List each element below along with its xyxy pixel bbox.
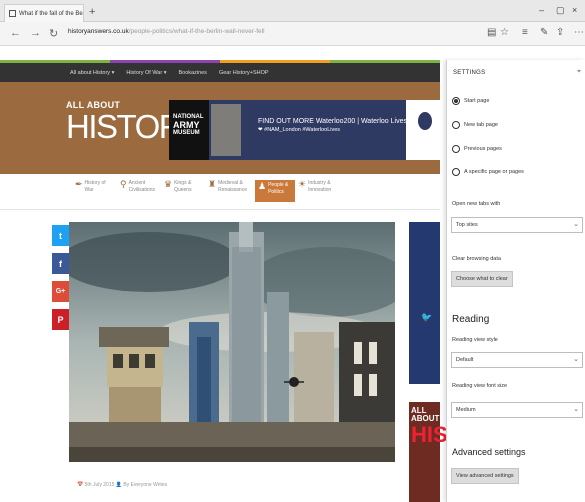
category-medieval-renaissance[interactable]: ♜ Medieval & Renaissance [208, 180, 248, 202]
banner-logo-panel [406, 100, 440, 160]
view-advanced-settings-button[interactable]: View advanced settings [451, 468, 519, 484]
more-icon[interactable]: ⋯ [574, 27, 584, 38]
side-magazine-cover[interactable]: ALL ABOUT HIS [409, 402, 448, 502]
twitter-share-button[interactable]: t [52, 225, 69, 246]
category-people-politics[interactable]: ♟ People & Politics [255, 180, 295, 202]
radio-selected-icon [452, 97, 460, 105]
radio-unselected-icon [452, 145, 460, 153]
pin-panel-icon[interactable]: ⌖ [577, 68, 581, 76]
nav-item-all-about-history[interactable]: All about History ▾ [70, 70, 114, 76]
twitter-bird-icon: 🐦 [421, 312, 433, 322]
nav-item-shop[interactable]: Gear History+SHOP [219, 70, 269, 76]
radio-new-tab-page[interactable]: New tab page [452, 121, 498, 129]
magazine-title: ALL ABOUT [411, 406, 440, 423]
radio-start-page[interactable]: Start page [452, 97, 489, 105]
radio-label: New tab page [464, 122, 498, 128]
column-icon: ⚲ [120, 179, 127, 189]
settings-title: SETTINGS [453, 70, 486, 76]
close-window-button[interactable]: × [572, 5, 577, 15]
radio-unselected-icon [452, 121, 460, 129]
nav-item-bookazines[interactable]: Bookazines [179, 70, 207, 76]
lightbulb-icon: ☀ [298, 179, 307, 189]
side-advert[interactable]: 🐦 [409, 222, 440, 384]
share-icon[interactable]: ⇪ [556, 27, 564, 38]
refresh-icon[interactable]: ↻ [49, 27, 58, 40]
museum-line-3: MUSEUM [173, 130, 200, 137]
reading-style-label: Reading view style [452, 337, 498, 343]
tab-bar: What if the fall of the Be × + – ▢ × [0, 0, 585, 22]
reading-heading: Reading [452, 314, 490, 325]
crown-icon: ♛ [164, 179, 173, 189]
open-new-tabs-select[interactable]: Top sites ⌄ [451, 217, 583, 233]
url-field[interactable]: historyanswers.co.uk/people-politics/wha… [68, 28, 265, 35]
category-label: People & Politics [268, 182, 289, 195]
soldier-image [211, 104, 241, 156]
reading-view-icon[interactable]: ▤ [487, 27, 496, 38]
castle-icon: ♜ [208, 179, 217, 189]
category-label: Kings & Queens [174, 180, 192, 193]
facebook-share-button[interactable]: f [52, 253, 69, 274]
radio-previous-pages[interactable]: Previous pages [452, 145, 502, 153]
category-kings-queens[interactable]: ♛ Kings & Queens [164, 180, 204, 202]
site-top-nav: All about History ▾ History Of War ▾ Boo… [0, 63, 440, 82]
category-ancient-civilisations[interactable]: ⚲ Ancient Civilisations [120, 180, 160, 202]
reading-font-select[interactable]: Medium ⌄ [451, 402, 583, 418]
category-label: Medieval & Renaissance [218, 180, 247, 193]
category-label: Industry & Innovation [308, 180, 332, 193]
browser-tab[interactable]: What if the fall of the Be × [4, 4, 84, 22]
forward-arrow-icon[interactable]: → [30, 27, 41, 39]
banner-text-1: FIND OUT MORE Waterloo200 | Waterloo Liv… [258, 118, 407, 125]
banner-text-2: ❤ #NAM_London #WaterlooLives [258, 126, 341, 133]
back-arrow-icon[interactable]: ← [10, 27, 21, 39]
banner-emblem-icon [418, 112, 432, 130]
sword-icon: ✒ [75, 179, 83, 189]
magazine-big-title: HIS [411, 422, 448, 447]
reading-style-select[interactable]: Default ⌄ [451, 352, 583, 368]
select-value: Default [456, 357, 474, 363]
url-path: /people-politics/what-if-the-berlin-wall… [128, 28, 265, 35]
chevron-down-icon: ⌄ [573, 221, 579, 228]
chevron-down-icon: ⌄ [573, 406, 579, 413]
clear-data-label: Clear browsing data [452, 256, 501, 262]
category-label: History of War [84, 180, 106, 193]
web-note-icon[interactable]: ✎ [540, 27, 548, 38]
maximize-button[interactable]: ▢ [556, 5, 565, 16]
select-value: Top sites [456, 222, 478, 228]
page-favicon-icon [9, 10, 16, 17]
radio-label: Start page [464, 98, 490, 104]
advanced-settings-heading: Advanced settings [452, 447, 526, 457]
google-plus-share-button[interactable]: G+ [52, 281, 69, 302]
category-label: Ancient Civilisations [128, 180, 155, 193]
url-host: historyanswers.co.uk [68, 28, 129, 35]
minimize-button[interactable]: – [539, 5, 544, 15]
reading-font-label: Reading view font size [452, 383, 508, 389]
berlin-cityscape-illustration [69, 222, 395, 462]
person-icon: ♟ [258, 181, 267, 191]
new-tab-button[interactable]: + [89, 6, 95, 18]
banner-text: FIND OUT MORE Waterloo200 | Waterloo Liv… [258, 117, 407, 134]
radio-label: A specific page or pages [464, 169, 524, 175]
radio-specific-page[interactable]: A specific page or pages [452, 168, 524, 176]
favorite-star-icon[interactable]: ☆ [500, 27, 509, 38]
category-history-of-war[interactable]: ✒ History of War [75, 180, 115, 202]
radio-label: Previous pages [464, 146, 502, 152]
pinterest-share-button[interactable]: P [52, 309, 69, 330]
hub-icon[interactable]: ≡ [522, 27, 528, 38]
select-value: Medium [456, 407, 476, 413]
tab-title: What if the fall of the Be [19, 10, 83, 17]
museum-logo: NATIONAL ARMY MUSEUM [169, 100, 209, 160]
open-new-tabs-label: Open new tabs with [452, 201, 501, 207]
chevron-down-icon: ⌄ [573, 356, 579, 363]
radio-unselected-icon [452, 168, 460, 176]
category-industry-innovation[interactable]: ☀ Industry & Innovation [298, 180, 338, 202]
article-hero-image [69, 222, 395, 462]
museum-line-2: ARMY [173, 119, 200, 130]
choose-what-to-clear-button[interactable]: Choose what to clear [451, 271, 513, 287]
article-meta: 📅 5th July 2015 👤 By Everyone Writes [77, 482, 168, 488]
address-bar: ← → ↻ historyanswers.co.uk/people-politi… [0, 22, 585, 46]
nav-item-history-of-war[interactable]: History Of War ▾ [126, 70, 166, 76]
